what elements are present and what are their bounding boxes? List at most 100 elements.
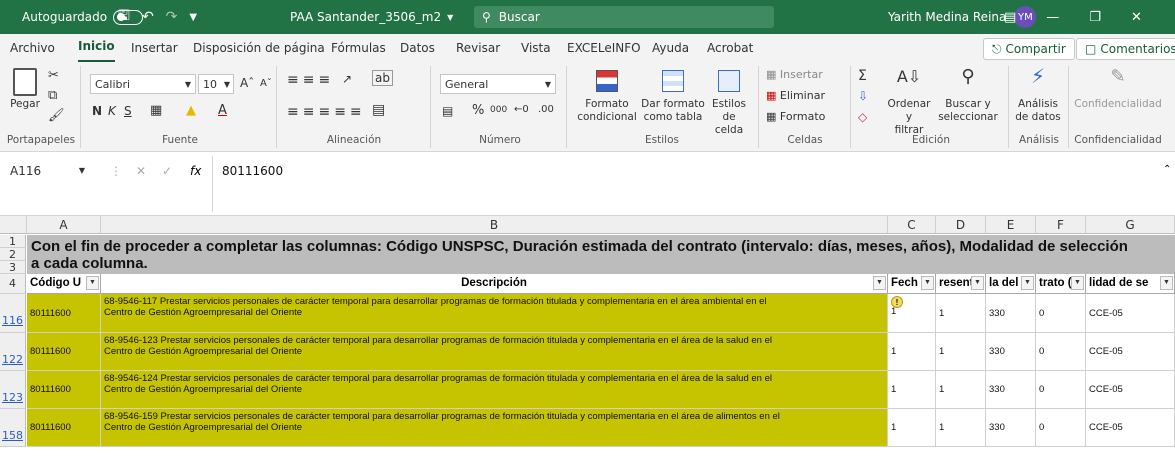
redo-icon[interactable]: ↷ (166, 9, 178, 25)
formula-input[interactable]: 80111600 (222, 160, 283, 182)
comments-button[interactable]: □ Comentarios (1076, 38, 1175, 60)
cell-fecha[interactable]: 1 (888, 409, 936, 447)
sort-filter-button[interactable]: A⇩ Ordenar y filtrar (884, 69, 934, 137)
percent-icon[interactable]: % (472, 103, 484, 118)
insert-cells-button[interactable]: ▦ Insertar (766, 68, 823, 81)
cell-code[interactable]: 80111600 (27, 294, 101, 333)
tab-inicio[interactable]: Inicio (78, 34, 115, 62)
format-as-table-button[interactable]: Dar formato como tabla (640, 70, 706, 124)
restore-icon[interactable]: ❐ (1089, 10, 1101, 25)
font-color-icon[interactable]: A (218, 103, 227, 118)
tab-disposicion[interactable]: Disposición de página (193, 34, 325, 62)
font-size-select[interactable]: 10 ▼ (198, 74, 234, 94)
bold-icon[interactable]: N (92, 104, 102, 118)
autosum-icon[interactable]: Σ (858, 68, 867, 84)
cell-code[interactable]: 80111600 (27, 409, 101, 447)
cell-fecha[interactable]: 1 (888, 333, 936, 371)
cell-code[interactable]: 80111600 (27, 371, 101, 409)
header-presentacion[interactable]: resent ▼ (936, 274, 986, 294)
currency-icon[interactable]: ▤ (442, 104, 453, 118)
italic-icon[interactable]: K (108, 104, 116, 118)
cell-duracion[interactable]: 330 (986, 409, 1036, 447)
cell-duracion[interactable]: 330 (986, 371, 1036, 409)
borders-icon[interactable]: ▦ (150, 103, 162, 118)
tab-archivo[interactable]: Archivo (10, 34, 55, 62)
tab-ayuda[interactable]: Ayuda (652, 34, 689, 62)
tab-exceleinfo[interactable]: EXCELeINFO (567, 34, 641, 62)
decrease-decimal-icon[interactable]: .00 (538, 104, 554, 115)
increase-font-icon[interactable]: Aˆ (240, 76, 254, 90)
column-header-b[interactable]: B (101, 216, 888, 234)
format-cells-button[interactable]: ▦ Formato (766, 110, 825, 123)
paste-button[interactable]: Pegar (8, 68, 42, 111)
cell-contrato[interactable]: 0 (1036, 409, 1086, 447)
tab-acrobat[interactable]: Acrobat (707, 34, 753, 62)
cell-duracion[interactable]: 330 (986, 333, 1036, 371)
row-header-122[interactable]: 122 (0, 333, 26, 371)
tab-datos[interactable]: Datos (400, 34, 435, 62)
clear-icon[interactable]: ◇ (858, 110, 867, 124)
horizontal-align-icons[interactable]: ≡≡≡≡≡ (287, 104, 366, 120)
filter-dropdown-icon[interactable]: ▼ (921, 276, 934, 290)
column-header-c[interactable]: C (888, 216, 936, 234)
row-header-123[interactable]: 123 (0, 371, 26, 409)
cancel-icon[interactable]: ✕ (136, 164, 146, 178)
minimize-icon[interactable]: — (1046, 10, 1059, 25)
save-icon[interactable]: 🖫 (118, 5, 130, 29)
select-all-corner[interactable] (0, 216, 27, 234)
filter-dropdown-icon[interactable]: ▼ (1160, 276, 1173, 290)
tab-formulas[interactable]: Fórmulas (331, 34, 386, 62)
instructions-banner[interactable]: Con el fin de proceder a completar las c… (27, 235, 1175, 274)
cell-description[interactable]: 68-9546-123 Prestar servicios personales… (101, 333, 888, 371)
merge-center-icon[interactable]: ▤ (372, 102, 385, 118)
cell-contrato[interactable]: 0 (1036, 333, 1086, 371)
delete-cells-button[interactable]: ▦ Eliminar (766, 89, 825, 102)
cell-presentacion[interactable]: 1 (936, 294, 986, 333)
name-box[interactable]: A116 ▼ (4, 160, 89, 182)
cell-description[interactable]: 68-9546-117 Prestar servicios personales… (101, 294, 888, 333)
copy-icon[interactable]: ⧉ (48, 88, 57, 103)
cut-icon[interactable]: ✂ (48, 68, 59, 83)
column-header-a[interactable]: A (27, 216, 101, 234)
header-modalidad[interactable]: lidad de se ▼ (1086, 274, 1175, 294)
increase-decimal-icon[interactable]: ←0 (514, 104, 529, 115)
cell-modalidad[interactable]: CCE-05 (1086, 371, 1175, 409)
cell-contrato[interactable]: 0 (1036, 294, 1086, 333)
column-header-e[interactable]: E (986, 216, 1036, 234)
cell-modalidad[interactable]: CCE-05 (1086, 294, 1175, 333)
column-header-d[interactable]: D (936, 216, 986, 234)
undo-icon[interactable]: ↶ (142, 9, 154, 25)
cell-presentacion[interactable]: 1 (936, 333, 986, 371)
collapse-formula-icon[interactable]: ⌃ (1163, 164, 1171, 175)
orientation-icon[interactable]: ↗ (342, 72, 352, 86)
row-header-4[interactable]: 4 (0, 274, 26, 294)
close-icon[interactable]: ✕ (1131, 10, 1142, 25)
column-header-f[interactable]: F (1036, 216, 1086, 234)
header-fecha[interactable]: Fech ▼ (888, 274, 936, 294)
data-analysis-button[interactable]: ⚡ Análisis de datos (1012, 66, 1064, 124)
row-header-3[interactable]: 3 (0, 261, 26, 274)
cell-contrato[interactable]: 0 (1036, 371, 1086, 409)
row-header-1[interactable]: 1 (0, 235, 26, 248)
ribbon-display-icon[interactable]: ▤ (1004, 10, 1016, 25)
decrease-font-icon[interactable]: Aˇ (260, 78, 272, 89)
cell-fecha[interactable]: 1 (888, 371, 936, 409)
fill-color-icon[interactable]: ▲ (186, 103, 196, 118)
cell-styles-button[interactable]: Estilos de celda (704, 70, 754, 137)
find-select-button[interactable]: ⚲ Buscar y seleccionar (936, 68, 1000, 124)
filter-dropdown-icon[interactable]: ▼ (1071, 276, 1084, 290)
cell-presentacion[interactable]: 1 (936, 371, 986, 409)
cell-modalidad[interactable]: CCE-05 (1086, 409, 1175, 447)
search-box[interactable]: ⚲ Buscar (474, 6, 774, 28)
cell-description[interactable]: 68-9546-124 Prestar servicios personales… (101, 371, 888, 409)
thousands-icon[interactable]: 000 (490, 105, 507, 115)
cell-fecha[interactable]: ! 1 (888, 294, 936, 333)
filter-active-icon[interactable]: ▼ (873, 276, 886, 290)
filter-dropdown-icon[interactable]: ▼ (971, 276, 984, 290)
header-duracion[interactable]: la del ▼ (986, 274, 1036, 294)
fill-icon[interactable]: ⇩ (858, 89, 868, 103)
row-header-2[interactable]: 2 (0, 248, 26, 261)
header-codigo[interactable]: Código U ▼ (27, 274, 101, 294)
conditional-format-button[interactable]: Formato condicional (570, 70, 644, 124)
tab-revisar[interactable]: Revisar (456, 34, 500, 62)
